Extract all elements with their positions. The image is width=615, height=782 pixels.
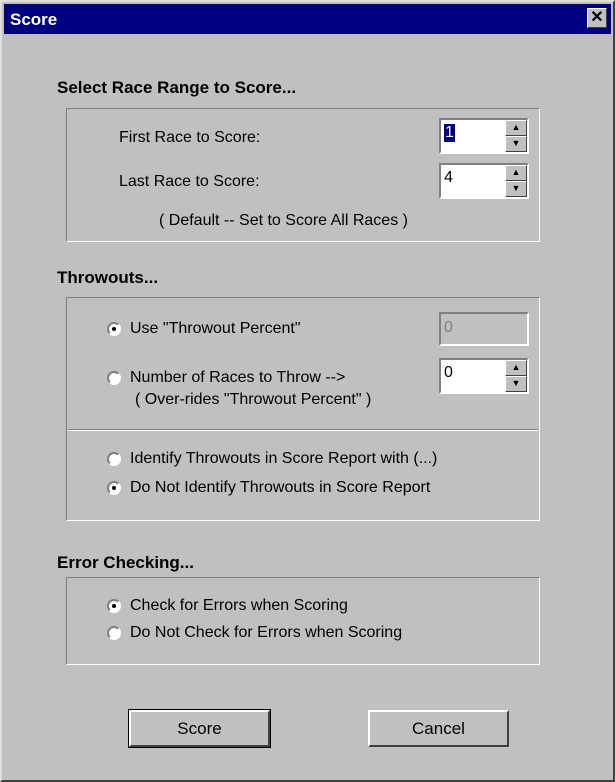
use-percent-label: Use "Throwout Percent" <box>130 320 301 337</box>
error-checking-group: Check for Errors when Scoring Do Not Che… <box>66 577 540 665</box>
no-identify-throwouts-radio[interactable]: Do Not Identify Throwouts in Score Repor… <box>107 479 430 497</box>
radio-unselected-icon <box>107 452 121 466</box>
window-title: Score <box>10 10 58 29</box>
spin-down-icon[interactable]: ▼ <box>505 181 527 197</box>
radio-unselected-icon <box>107 371 121 385</box>
race-range-group: First Race to Score: 1 ▲ ▼ Last Race to … <box>66 108 540 242</box>
score-dialog: Score ✕ Select Race Range to Score... Fi… <box>0 0 615 782</box>
race-range-heading: Select Race Range to Score... <box>57 78 297 97</box>
score-button[interactable]: Score <box>128 709 271 748</box>
close-icon[interactable]: ✕ <box>587 8 607 28</box>
last-race-spinner[interactable]: 4 ▲ ▼ <box>439 163 529 199</box>
identify-throwouts-label: Identify Throwouts in Score Report with … <box>130 450 438 467</box>
radio-selected-icon <box>107 481 121 495</box>
use-percent-radio[interactable]: Use "Throwout Percent" <box>107 320 301 338</box>
first-race-spinner[interactable]: 1 ▲ ▼ <box>439 118 529 154</box>
spin-down-icon[interactable]: ▼ <box>505 136 527 152</box>
identify-throwouts-radio[interactable]: Identify Throwouts in Score Report with … <box>107 450 437 468</box>
error-checking-heading: Error Checking... <box>57 553 194 572</box>
radio-selected-icon <box>107 322 121 336</box>
cancel-button[interactable]: Cancel <box>368 710 509 747</box>
spin-up-icon[interactable]: ▲ <box>505 120 527 136</box>
check-errors-label: Check for Errors when Scoring <box>130 597 348 614</box>
throwout-percent-field: 0 <box>439 312 529 346</box>
throwouts-heading: Throwouts... <box>57 268 159 287</box>
throwouts-group: Use "Throwout Percent" 0 Number of Races… <box>66 297 540 521</box>
check-errors-radio[interactable]: Check for Errors when Scoring <box>107 597 348 615</box>
radio-selected-icon <box>107 599 121 613</box>
number-races-label: Number of Races to Throw --> <box>130 369 346 386</box>
radio-unselected-icon <box>107 626 121 640</box>
spin-up-icon[interactable]: ▲ <box>505 165 527 181</box>
last-race-label: Last Race to Score: <box>119 173 260 190</box>
race-range-note: ( Default -- Set to Score All Races ) <box>159 212 408 229</box>
last-race-value[interactable]: 4 <box>444 169 453 187</box>
throwouts-divider <box>68 429 538 431</box>
number-races-spinner[interactable]: 0 ▲ ▼ <box>439 358 529 394</box>
no-check-errors-label: Do Not Check for Errors when Scoring <box>130 624 403 641</box>
title-bar[interactable]: Score ✕ <box>4 4 611 34</box>
first-race-label: First Race to Score: <box>119 129 261 146</box>
number-races-value[interactable]: 0 <box>444 364 453 382</box>
number-races-radio[interactable]: Number of Races to Throw --> <box>107 369 345 387</box>
throwout-percent-value: 0 <box>444 319 453 336</box>
first-race-value[interactable]: 1 <box>444 124 455 142</box>
spin-down-icon[interactable]: ▼ <box>505 376 527 392</box>
spin-up-icon[interactable]: ▲ <box>505 360 527 376</box>
number-races-sublabel: ( Over-rides "Throwout Percent" ) <box>135 391 372 408</box>
no-identify-throwouts-label: Do Not Identify Throwouts in Score Repor… <box>130 479 431 496</box>
no-check-errors-radio[interactable]: Do Not Check for Errors when Scoring <box>107 624 402 642</box>
